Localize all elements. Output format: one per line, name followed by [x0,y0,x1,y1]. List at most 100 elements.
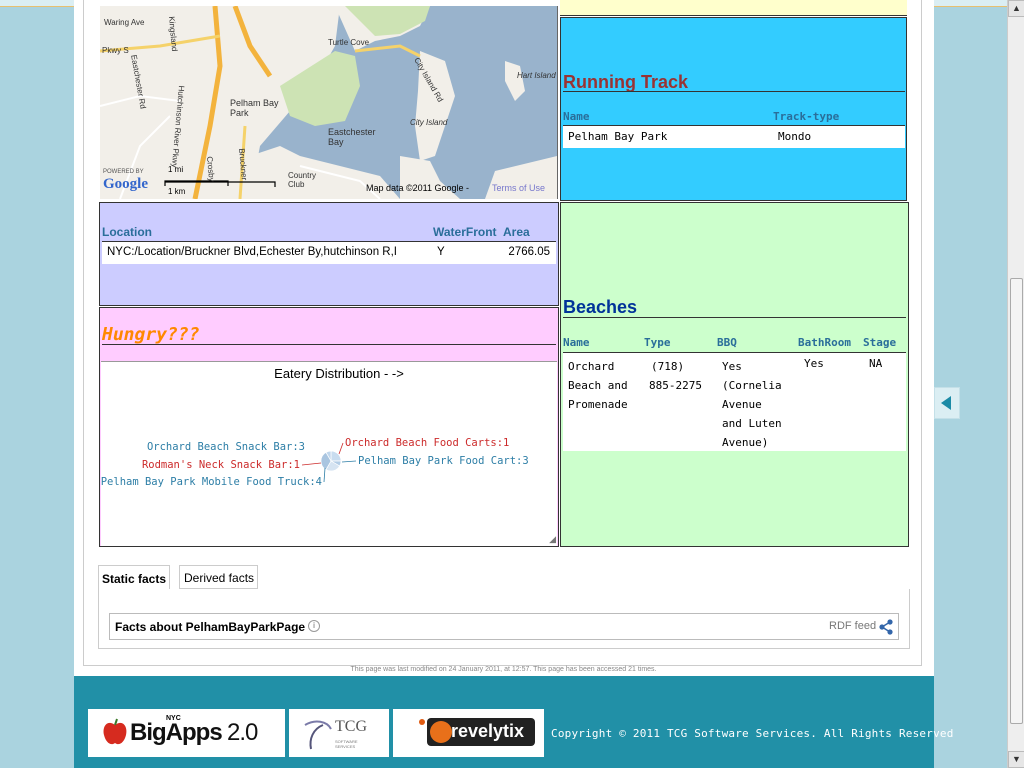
tcg-swirl-icon [304,720,332,750]
map-label: Waring Ave [104,18,145,27]
beach-cell-name: Orchard Beach and Promenade [568,357,628,414]
eatery-pie-chart: Orchard Beach Snack Bar:3 Orchard Beach F… [101,437,529,488]
eatery-chart-frame: Eatery Distribution - -> Orchard Beach S… [101,361,557,546]
bigapps-logo[interactable]: NYC BigApps 2.0 [88,709,285,757]
map-label: Country Club [288,171,317,189]
side-panel-toggle[interactable] [934,387,960,419]
waterfront-header: WaterFront [433,225,497,239]
beach-header-bbq: BBQ [717,336,737,349]
info-icon[interactable]: i [308,620,320,632]
map-label: Pkwy S [102,46,129,55]
copyright: Copyright © 2011 TCG Software Services. … [551,727,954,740]
hungry-panel: Hungry??? Eatery Distribution - -> Orcha… [99,307,559,547]
beach-cell-type: (718) 885-2275 [649,357,702,395]
bigapps-version: 2.0 [227,719,258,746]
tab-label: Static facts [102,572,167,586]
pie-leader-line [338,442,344,455]
track-cell-name: Pelham Bay Park [568,130,668,143]
track-header-type: Track-type [773,110,840,123]
track-cell-type: Mondo [778,130,812,143]
track-header-name: Name [563,110,590,123]
beach-cell-bbq: Yes (Cornelia Avenue and Luten Avenue) [722,357,782,452]
tab-derived-facts[interactable]: Derived facts [179,565,258,589]
strip [560,0,907,16]
facts-title: Facts about PelhamBayParkPage [115,620,306,634]
resize-grip-icon[interactable]: ◢ [549,534,556,545]
map-label: Turtle Cove [328,38,370,47]
pie-leader-line [301,462,322,466]
tcg-text: TCG [335,718,367,735]
map-label: Hart Island [517,71,556,80]
revelytix-dot-icon [419,719,425,725]
map-scale-km: 1 km [168,187,186,196]
table-row: NYC:/Location/Bruckner Blvd,Echester By,… [102,241,556,264]
tab-static-facts[interactable]: Static facts [98,565,170,589]
location-panel: Location WaterFront Area NYC:/Location/B… [99,202,559,306]
location-header: Location [102,225,152,239]
beaches-title: Beaches [563,297,638,317]
map-powered-by: POWERED BY [103,169,144,175]
apple-icon [103,718,127,745]
scroll-down-icon[interactable]: ▼ [1008,751,1024,768]
beach-cell-stage: NA [869,357,883,370]
divider [563,91,905,92]
map-terms-link[interactable]: Terms of Use [492,183,545,193]
tab-label: Derived facts [184,571,255,585]
running-track-title: Running Track [563,72,689,92]
facts-box: Facts about PelhamBayParkPage i RDF feed [109,613,899,640]
beach-bbq-line: Yes [722,360,742,373]
map-label: City Island [410,118,448,127]
bigapps-text: BigApps [130,719,223,746]
vertical-scrollbar[interactable]: ▲ ▼ [1007,0,1024,768]
revelytix-r-icon [430,721,452,743]
rdf-feed-icon[interactable] [878,619,894,635]
tcg-logo[interactable]: TCG SOFTWARE SERVICES [289,709,389,757]
pie-label: Orchard Beach Food Carts:1 [345,437,509,449]
last-modified: This page was last modified on 24 Januar… [350,666,657,673]
beach-name-line: Orchard [568,360,615,373]
map-attribution: Map data ©2011 Google - [366,183,470,193]
running-track-panel: Running Track Name Track-type Pelham Bay… [560,17,907,201]
revelytix-text: revelytix [451,721,525,741]
map-label: Eastchester Bay [328,127,376,147]
google-logo[interactable]: Google [103,176,148,193]
scroll-up-icon[interactable]: ▲ [1008,0,1024,17]
location-cell: NYC:/Location/Bruckner Blvd,Echester By,… [107,246,397,258]
beach-bbq-line: Avenue [722,398,762,411]
beach-bbq-line: (Cornelia [722,379,782,392]
beach-cell-bathroom: Yes [804,357,824,370]
beach-header-name: Name [563,336,590,349]
revelytix-logo[interactable]: revelytix [393,709,544,757]
area-cell: 2766.05 [508,246,550,258]
tcg-sub: SOFTWARE SERVICES [335,739,358,749]
revelytix-badge: revelytix [427,718,535,746]
waterfront-cell: Y [437,246,445,258]
pie-label: Pelham Bay Park Mobile Food Truck:4 [101,476,322,488]
beach-header-bathroom: BathRoom [798,336,851,349]
scroll-thumb[interactable] [1010,278,1023,724]
beach-bbq-line: and Luten [722,417,782,430]
pie-leader-line [341,460,357,463]
table-row: Orchard Beach and Promenade (718) 885-22… [563,352,906,451]
pie-label: Pelham Bay Park Food Cart:3 [358,455,529,467]
area-header: Area [503,225,530,239]
beach-type-line: (718) [651,360,685,373]
beaches-panel: Beaches Name Type BBQ BathRoom Stage Orc… [560,202,909,547]
rdf-feed-link[interactable]: RDF feed [829,620,876,632]
beach-type-line: 885-2275 [649,379,702,392]
map-scale-mi: 1 mi [168,165,184,174]
beach-name-line: Beach and [568,379,628,392]
table-row: Pelham Bay Park Mondo [563,125,905,148]
pie-label: Rodman's Neck Snack Bar:1 [142,459,300,471]
pie-leader-line [323,467,326,483]
beach-header-stage: Stage [863,336,897,349]
divider [102,344,556,345]
google-map[interactable]: Waring Ave Pkwy S Eastchester Rd Kingsla… [100,6,558,199]
hungry-title: Hungry??? [102,324,200,345]
map-label: Pelham Bay Park [230,98,279,118]
beach-name-line: Promenade [568,398,628,411]
pie-label: Orchard Beach Snack Bar:3 [147,441,305,453]
beach-bbq-line: Avenue) [722,436,769,449]
divider [563,317,906,318]
beach-header-type: Type [644,336,671,349]
